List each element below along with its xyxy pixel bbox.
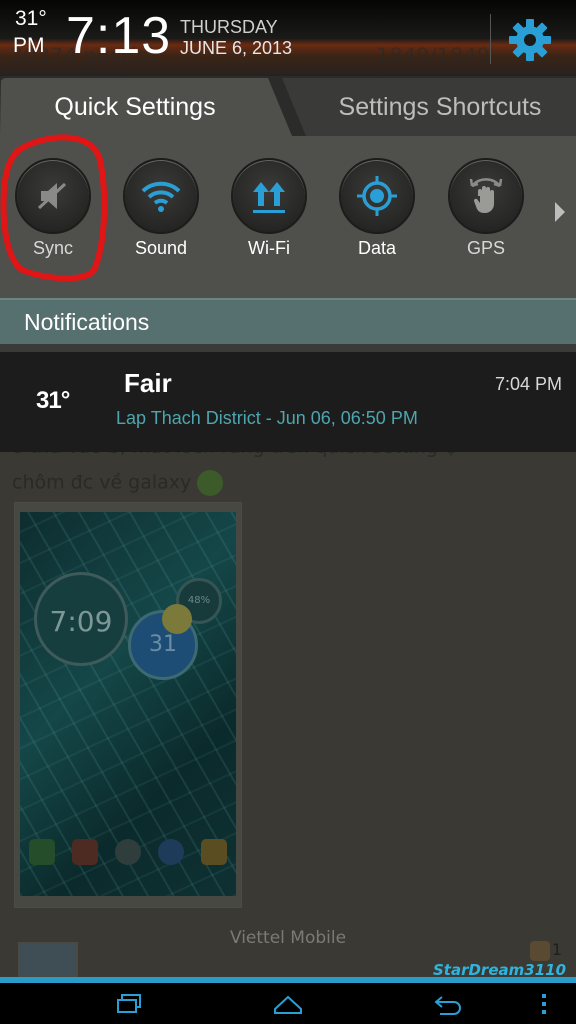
- post-text-line2: chôm đc về galaxy: [12, 470, 224, 496]
- watermark: StarDream3110: [432, 961, 566, 979]
- attached-screenshot: 7:09 48% 31: [20, 512, 236, 896]
- toggle-sound-label: Sound: [134, 238, 188, 258]
- app-drawer-icon: [114, 839, 141, 865]
- sound-muted-icon: [15, 158, 91, 234]
- toggle-sound[interactable]: Sound: [116, 158, 206, 259]
- like-counter: 1: [529, 940, 562, 961]
- header-clock: 7:13: [66, 7, 172, 65]
- header-ampm: PM: [13, 34, 45, 57]
- toggle-data[interactable]: Data: [332, 158, 422, 259]
- toggle-sync[interactable]: Sync: [8, 158, 98, 259]
- smiley-emoji-icon: [197, 470, 224, 496]
- header-temperature: 31°: [15, 7, 47, 30]
- weather-temperature-icon: 31°: [36, 387, 70, 414]
- toggle-data-label: Data: [357, 238, 397, 258]
- weather-notification[interactable]: 31° Fair 7:04 PM Lap Thach District - Ju…: [0, 352, 576, 452]
- toggle-wifi-label: Wi-Fi: [248, 238, 290, 258]
- phone-dock: [20, 830, 236, 874]
- data-arrows-icon: [231, 158, 307, 234]
- notification-subtitle: Lap Thach District - Jun 06, 06:50 PM: [116, 408, 418, 428]
- camera-app-icon: [71, 839, 98, 865]
- ghost-page-count: 1849/1849: [376, 44, 490, 68]
- panel-tabs: Settings Shortcuts Quick Settings: [0, 76, 576, 136]
- toggle-wifi[interactable]: Wi-Fi: [224, 158, 314, 259]
- toggle-sync-label: Sync: [32, 238, 74, 258]
- messages-app-icon: [201, 839, 228, 865]
- browser-app-icon: [158, 839, 185, 865]
- notification-title: Fair: [124, 368, 172, 398]
- post-text-line2-label: chôm đc về galaxy: [12, 471, 192, 494]
- quick-settings-panel: Sync Sound Wi-Fi Data GPS: [0, 136, 576, 298]
- notification-time: 7:04 PM: [494, 374, 562, 394]
- navigation-bar: [0, 983, 576, 1024]
- notifications-header: Notifications: [0, 298, 576, 344]
- notifications-gap: [0, 344, 576, 352]
- wifi-icon: [123, 158, 199, 234]
- header-day: THURSDAY: [180, 17, 278, 37]
- carrier-label: Viettel Mobile: [229, 928, 347, 948]
- toggle-gps-label: GPS: [466, 238, 505, 258]
- tab-settings-shortcuts[interactable]: Settings Shortcuts: [282, 78, 576, 136]
- header-divider: [490, 14, 491, 64]
- overflow-menu-icon[interactable]: [538, 991, 550, 1017]
- phone-app-icon: [28, 839, 55, 865]
- tab-quick-settings[interactable]: Quick Settings: [0, 78, 292, 136]
- like-count: 1: [551, 940, 562, 959]
- home-icon[interactable]: [272, 991, 304, 1017]
- phone-clock-widget: 7:09: [34, 572, 128, 666]
- status-header: 30374 post(s) 1849/1849 31° PM 7:13 THUR…: [0, 0, 576, 80]
- header-date: JUNE 6, 2013: [180, 38, 293, 58]
- rotate-hand-icon: [448, 158, 524, 234]
- settings-gear-icon[interactable]: [506, 16, 554, 64]
- sun-icon: [162, 604, 192, 634]
- gps-target-icon: [339, 158, 415, 234]
- scroll-right-arrow-icon[interactable]: [553, 200, 567, 224]
- back-icon[interactable]: [432, 991, 464, 1017]
- toggle-gps[interactable]: GPS: [441, 158, 531, 259]
- thumbs-up-icon: [529, 940, 550, 961]
- recent-apps-icon[interactable]: [114, 991, 144, 1017]
